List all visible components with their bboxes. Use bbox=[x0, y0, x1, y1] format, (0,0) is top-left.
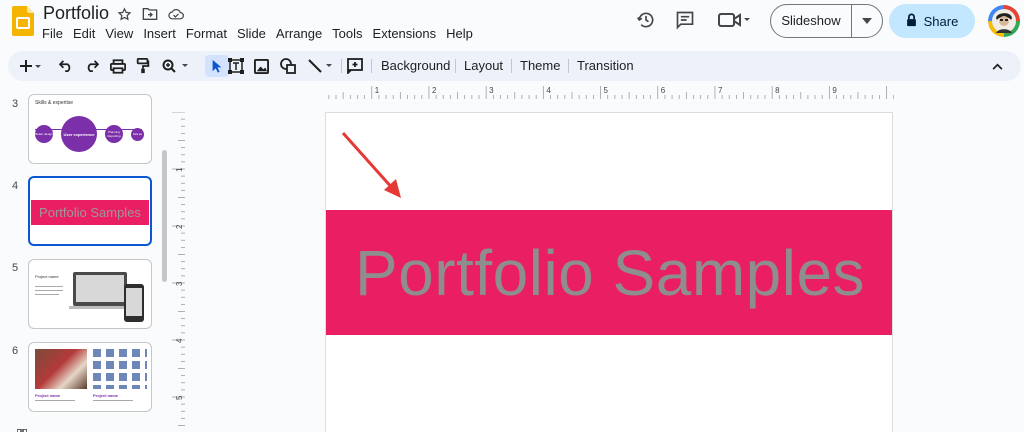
thumb-caption: Project name bbox=[35, 393, 61, 398]
menu-item-slide[interactable]: Slide bbox=[232, 26, 271, 42]
slide-title[interactable]: Portfolio Samples bbox=[355, 241, 865, 305]
ruler-tick-label: 5 bbox=[604, 86, 609, 95]
vertical-ruler: 1 2 3 4 5 bbox=[172, 112, 185, 426]
ruler-tick-label: 2 bbox=[432, 86, 437, 95]
document-title[interactable]: Portfolio bbox=[43, 3, 109, 24]
thumb-circle: Planning Reporting bbox=[105, 125, 123, 143]
slide-number: 6 bbox=[12, 345, 19, 357]
menu-item-view[interactable]: View bbox=[100, 26, 138, 42]
thumb-title: Portfolio Samples bbox=[39, 205, 141, 220]
ruler-tick-label: 4 bbox=[546, 86, 551, 95]
slide-thumbnail-5[interactable]: Project name bbox=[28, 259, 152, 329]
theme-button[interactable]: Theme bbox=[520, 51, 560, 81]
ruler-tick-label: 3 bbox=[175, 281, 184, 286]
menu-item-arrange[interactable]: Arrange bbox=[271, 26, 327, 42]
ruler-tick-label: 1 bbox=[175, 167, 184, 172]
share-label: Share bbox=[923, 13, 959, 29]
share-button[interactable]: Share bbox=[889, 4, 975, 38]
slide-canvas[interactable]: Portfolio Samples bbox=[325, 112, 893, 432]
thumb-circle: Better design bbox=[35, 125, 53, 143]
thumb-title: Skills & expertise bbox=[35, 100, 74, 106]
ruler-tick-label: 9 bbox=[832, 86, 837, 95]
photo-image bbox=[35, 349, 87, 389]
paint-format-icon[interactable] bbox=[132, 51, 154, 81]
filmstrip-scrollbar[interactable] bbox=[162, 150, 167, 282]
pattern-image bbox=[93, 349, 147, 389]
thumb-caption: Project name bbox=[93, 393, 119, 398]
thumb-circle: User experience bbox=[61, 116, 97, 152]
ruler-tick-label: 7 bbox=[718, 86, 723, 95]
menu-item-extensions[interactable]: Extensions bbox=[368, 26, 442, 42]
zoom-icon[interactable] bbox=[160, 51, 192, 81]
line-icon[interactable] bbox=[305, 51, 337, 81]
slideshow-button[interactable]: Slideshow bbox=[771, 5, 852, 37]
ruler-tick-label: 1 bbox=[375, 86, 380, 95]
slide-thumbnail-4[interactable]: Portfolio Samples bbox=[28, 176, 152, 246]
slide-thumbnail-3[interactable]: Skills & expertise Better design User ex… bbox=[28, 94, 152, 164]
collapse-toolbar-chevron-up-icon[interactable] bbox=[986, 51, 1008, 81]
grid-view-icon[interactable] bbox=[16, 424, 28, 432]
add-comment-icon[interactable] bbox=[344, 51, 366, 81]
text-box-icon[interactable] bbox=[225, 51, 247, 81]
meet-video-icon[interactable] bbox=[718, 10, 752, 30]
slideshow-options-chevron-down-icon[interactable] bbox=[852, 18, 882, 24]
menu-item-tools[interactable]: Tools bbox=[327, 26, 367, 42]
menu-item-format[interactable]: Format bbox=[181, 26, 232, 42]
version-history-icon[interactable] bbox=[636, 10, 656, 30]
phone-image bbox=[124, 284, 144, 322]
new-slide-plus-icon[interactable] bbox=[16, 51, 46, 81]
slides-logo-icon[interactable] bbox=[12, 6, 34, 36]
cloud-status-icon[interactable] bbox=[168, 6, 184, 22]
menu-item-help[interactable]: Help bbox=[441, 26, 478, 42]
laptop-image bbox=[73, 272, 127, 306]
thumb-title: Project name bbox=[35, 274, 59, 279]
move-to-folder-icon[interactable] bbox=[142, 6, 158, 22]
menu-item-insert[interactable]: Insert bbox=[138, 26, 181, 42]
background-button[interactable]: Background bbox=[381, 51, 450, 81]
insert-image-icon[interactable] bbox=[250, 51, 272, 81]
ruler-tick-label: 5 bbox=[175, 395, 184, 400]
undo-icon[interactable] bbox=[56, 51, 76, 81]
menu-item-edit[interactable]: Edit bbox=[68, 26, 100, 42]
slide-number: 5 bbox=[12, 262, 19, 274]
ruler-tick-label: 6 bbox=[661, 86, 666, 95]
red-arrow-annotation bbox=[341, 131, 401, 198]
slide-number: 3 bbox=[12, 98, 19, 110]
thumb-circle: Data pie bbox=[131, 128, 144, 141]
layout-button[interactable]: Layout bbox=[464, 51, 503, 81]
shape-icon[interactable] bbox=[277, 51, 299, 81]
lock-icon bbox=[906, 13, 917, 30]
star-icon[interactable] bbox=[116, 6, 132, 22]
toolbar: Background Layout Theme Transition bbox=[8, 51, 1021, 81]
print-icon[interactable] bbox=[107, 51, 129, 81]
redo-icon[interactable] bbox=[82, 51, 102, 81]
filmstrip: 3 Skills & expertise Better design User … bbox=[0, 88, 172, 432]
ruler-tick-label: 8 bbox=[775, 86, 780, 95]
account-avatar[interactable] bbox=[988, 5, 1020, 37]
slide-number: 4 bbox=[12, 180, 19, 192]
menu-item-file[interactable]: File bbox=[37, 26, 68, 42]
ruler-tick-label: 4 bbox=[175, 338, 184, 343]
title-banner[interactable]: Portfolio Samples bbox=[326, 210, 892, 335]
horizontal-ruler: 1 2 3 4 5 6 7 8 9 bbox=[328, 86, 894, 99]
comments-icon[interactable] bbox=[675, 10, 695, 30]
slide-thumbnail-6[interactable]: Project name Project name bbox=[28, 342, 152, 412]
transition-button[interactable]: Transition bbox=[577, 51, 634, 81]
ruler-tick-label: 2 bbox=[175, 224, 184, 229]
ruler-tick-label: 3 bbox=[489, 86, 494, 95]
